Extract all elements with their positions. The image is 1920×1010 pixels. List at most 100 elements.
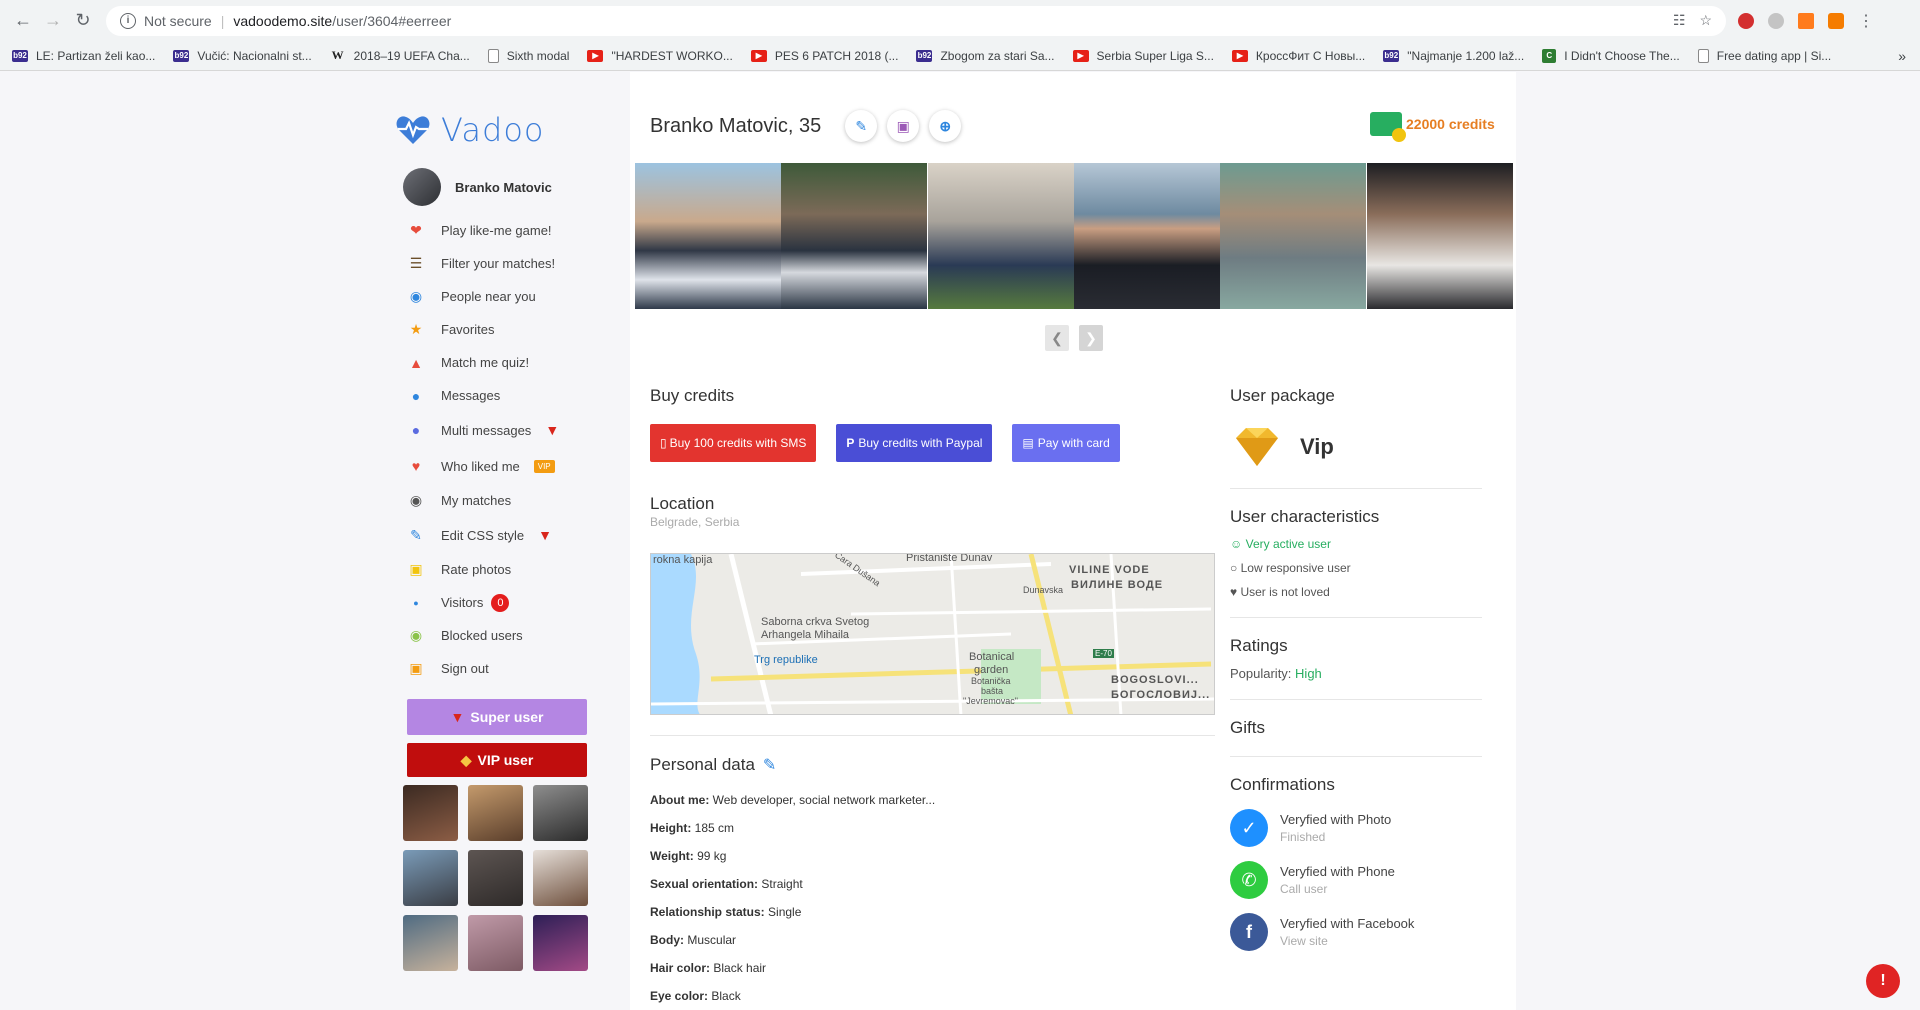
visitors-count-badge: 0 (491, 593, 510, 612)
menu-filter-matches[interactable]: ☰ Filter your matches! (395, 247, 595, 280)
member-thumbnail[interactable] (533, 915, 588, 971)
chrome-menu-icon[interactable]: ⋮ (1858, 11, 1874, 31)
bookmark-star-icon[interactable]: ☆ (1699, 12, 1712, 29)
bookmark-item[interactable]: Sixth modal (487, 48, 569, 63)
gallery-prev-button[interactable]: ❮ (1045, 325, 1069, 351)
member-thumbnail[interactable] (468, 850, 523, 906)
address-bar[interactable]: i Not secure | vadoodemo.site /user/3604… (106, 5, 1726, 36)
menu-multi-messages[interactable]: ● Multi messages ▼ (395, 412, 595, 448)
menu-favorites[interactable]: ★ Favorites (395, 313, 595, 346)
vip-user-button[interactable]: ◆ VIP user (407, 743, 587, 777)
menu-match-me-quiz[interactable]: ▲ Match me quiz! (395, 346, 595, 379)
profile-title: Branko Matovic, 35 (650, 114, 822, 137)
info-icon[interactable]: i (120, 12, 136, 29)
gallery-photo[interactable] (635, 163, 781, 309)
broken-heart-icon: ♥ (1230, 585, 1238, 599)
b92-icon: b92 (12, 49, 28, 62)
gallery-photo[interactable] (1366, 163, 1513, 309)
map-label: rokna kapija (653, 554, 713, 566)
bookmark-item[interactable]: ▶ Serbia Super Liga S... (1072, 49, 1214, 63)
forward-arrow-icon[interactable]: → (38, 6, 68, 36)
confirmation-facebook[interactable]: f Veryfied with Facebook View site (1230, 913, 1482, 951)
trash-icon: ▣ (896, 117, 910, 134)
photo-gallery (635, 163, 1513, 309)
alert-icon[interactable]: ! (1866, 964, 1900, 998)
profile-sidebar-right: User package Vip User characteristics ☺ … (1230, 386, 1482, 951)
bookmark-item[interactable]: b92 Vučić: Nacionalni st... (173, 49, 312, 63)
bookmark-item[interactable]: b92 LE: Partizan želi kao... (12, 49, 155, 63)
bookmark-item[interactable]: ▶ КроссФит С Новы... (1231, 49, 1365, 63)
b92-icon: b92 (173, 49, 190, 62)
menu-rate-photos[interactable]: ▣ Rate photos (395, 553, 595, 586)
vadoo-logo[interactable]: Vadoo (395, 110, 595, 150)
delete-profile-button[interactable]: ▣ (887, 110, 920, 142)
characteristic-item: ♥ User is not loved (1230, 585, 1330, 599)
credits-amount: 22000 credits (1406, 116, 1495, 132)
bookmarks-overflow-button[interactable]: » (1898, 48, 1906, 64)
menu-visitors[interactable]: ● Visitors 0 (395, 586, 595, 619)
menu-play-like-me[interactable]: ❤ Play like-me game! (395, 214, 595, 247)
member-thumbnail[interactable] (468, 915, 523, 971)
map-label: E-70 (1093, 649, 1114, 658)
member-thumbnail[interactable] (403, 850, 458, 906)
gallery-photo[interactable] (927, 163, 1074, 309)
gallery-next-button[interactable]: ❯ (1079, 325, 1103, 351)
bookmark-item[interactable]: Free dating app | Si... (1697, 48, 1831, 63)
comment-icon: ○ (1230, 561, 1238, 575)
location-title: Location (650, 494, 715, 513)
gallery-photo[interactable] (1073, 163, 1220, 309)
bookmark-item[interactable]: CI Didn't Choose The... (1542, 48, 1680, 63)
bookmark-item[interactable]: b92 "Najmanje 1.200 lаž... (1383, 49, 1524, 63)
security-label: Not secure (144, 12, 212, 29)
buy-paypal-button[interactable]: P Buy credits with Paypal (836, 424, 993, 462)
bookmark-item[interactable]: W 2018–19 UEFA Cha... (330, 48, 470, 63)
buy-sms-button[interactable]: ▯ Buy 100 credits with SMS (650, 424, 817, 462)
location-place: Belgrade, Serbia (650, 515, 740, 529)
menu-people-near-you[interactable]: ◉ People near you (395, 280, 595, 313)
member-thumbnail[interactable] (468, 785, 523, 841)
back-arrow-icon[interactable]: ← (8, 6, 38, 36)
edit-pencil-icon[interactable]: ✎ (763, 755, 776, 775)
reload-icon[interactable]: ↻ (68, 6, 98, 36)
bookmark-item[interactable]: b92 Zbogom za stari Sa... (916, 49, 1055, 63)
plus-circle-icon: ⊕ (939, 117, 952, 134)
menu-messages[interactable]: ● Messages (395, 379, 595, 412)
smile-icon: ☺ (1230, 537, 1243, 551)
personal-data-row: Relationship status: Single (650, 905, 802, 919)
cpanel-extension-icon[interactable] (1798, 12, 1814, 29)
gallery-photo[interactable] (781, 163, 928, 309)
member-thumbnail[interactable] (533, 785, 588, 841)
b92-icon: b92 (916, 49, 933, 62)
confirmation-photo: ✓ Veryfied with Photo Finished (1230, 809, 1482, 847)
menu-who-liked-me[interactable]: ♥ Who liked me VIP (395, 448, 595, 484)
abp-extension-icon[interactable] (1768, 12, 1784, 29)
member-thumbnail[interactable] (533, 850, 588, 906)
bookmark-item[interactable]: ▶ "HARDEST WORKO... (587, 49, 733, 63)
pay-card-button[interactable]: ▤ Pay with card (1012, 424, 1120, 462)
credits-display[interactable]: 22000 credits (1370, 112, 1495, 142)
menu-blocked-users[interactable]: ◉ Blocked users (395, 619, 595, 652)
current-user-name: Branko Matovic (455, 179, 552, 195)
bookmark-item[interactable]: ▶ PES 6 PATCH 2018 (... (750, 49, 898, 63)
confirmation-phone[interactable]: ✆ Veryfied with Phone Call user (1230, 861, 1482, 899)
gallery-photo[interactable] (1220, 163, 1367, 309)
menu-my-matches[interactable]: ◉ My matches (395, 484, 595, 517)
avast-extension-icon[interactable] (1828, 12, 1844, 29)
current-user[interactable]: Branko Matovic (403, 168, 595, 206)
super-user-button[interactable]: ▼ Super user (407, 699, 587, 735)
mobile-phone-icon: ▯ (660, 436, 667, 450)
edit-profile-button[interactable]: ✎ (845, 110, 878, 142)
add-button[interactable]: ⊕ (929, 110, 962, 142)
location-map[interactable]: rokna kapija Pristanište Dunav VILINE VO… (650, 553, 1215, 715)
section-divider (1230, 617, 1482, 618)
pencil-icon: ✎ (855, 117, 868, 134)
member-thumbnail[interactable] (403, 785, 458, 841)
menu-sign-out[interactable]: ▣ Sign out (395, 652, 595, 685)
member-thumbnail[interactable] (403, 915, 458, 971)
menu-edit-css-style[interactable]: ✎ Edit CSS style ▼ (395, 517, 595, 553)
youtube-icon: ▶ (587, 49, 604, 62)
green-site-icon: C (1542, 48, 1557, 63)
adblock-extension-icon[interactable] (1738, 12, 1754, 29)
translate-icon[interactable]: ☷ (1673, 12, 1686, 29)
map-label: BOGOSLOVI... (1111, 674, 1199, 686)
